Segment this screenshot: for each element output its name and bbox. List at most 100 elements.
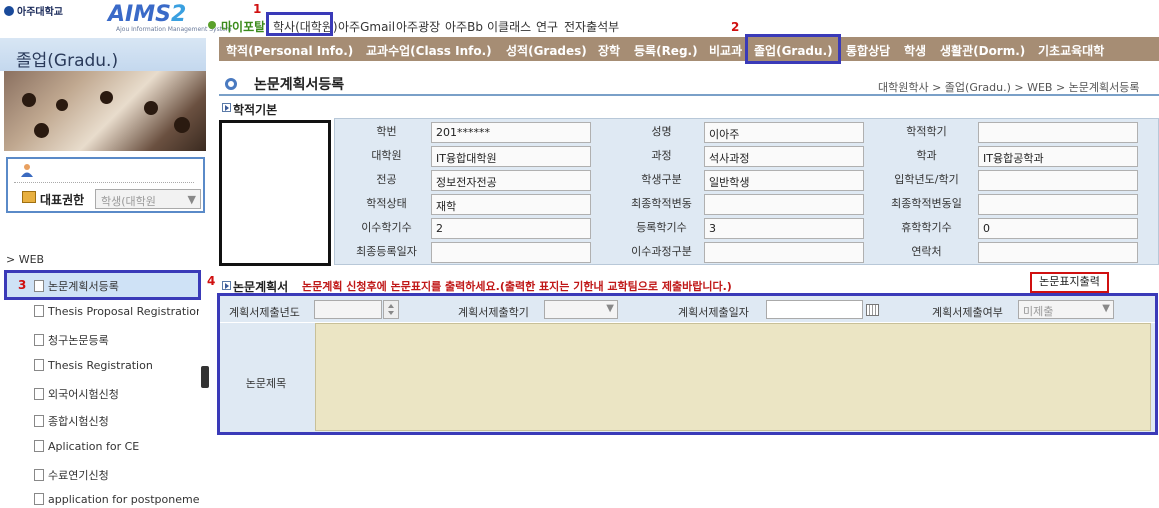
field-label: 이수학기수 <box>361 221 412 234</box>
tab-counseling[interactable]: 통합상담 <box>846 42 890 59</box>
nav-eclass[interactable]: 이클래스 <box>487 18 531 35</box>
student-type-value: 일반학생 <box>704 170 864 191</box>
document-icon <box>34 493 44 505</box>
sidebar-collapse-handle[interactable] <box>201 366 209 388</box>
tab-class-info[interactable]: 교과수업(Class Info.) <box>366 42 492 59</box>
tab-extracurricular[interactable]: 비교과 <box>709 42 742 59</box>
title-divider <box>219 94 1159 96</box>
breadcrumb: 대학원학사 > 졸업(Gradu.) > WEB > 논문계획서등록 <box>878 81 1140 94</box>
document-icon <box>34 440 44 452</box>
title-bullet-icon <box>225 78 237 90</box>
field-label: 학번 <box>376 125 397 138</box>
field-label: 최종학적변동일 <box>891 197 962 210</box>
student-name-value: 이아주 <box>704 122 864 143</box>
submit-status-select[interactable]: 미제출 ▼ <box>1018 300 1114 319</box>
sidebar-item-thesis-submit[interactable]: 청구논문등록 <box>34 332 199 348</box>
tree-web-folder[interactable]: > WEB <box>6 253 44 266</box>
representative-role-label: 대표권한 <box>40 193 85 207</box>
submit-year-input[interactable] <box>314 300 382 319</box>
field-label: 등록학기수 <box>636 221 687 234</box>
sidebar-item-label: 수료연기신청 <box>48 469 109 482</box>
tab-basic-education[interactable]: 기초교육대학 <box>1038 42 1104 59</box>
sidebar-item-label: application for postponement <box>48 493 199 506</box>
nav-my-portal[interactable]: 마이포탈 <box>221 18 265 35</box>
portal-bullet-icon <box>208 21 216 29</box>
sidebar-item-label: 외국어시험신청 <box>48 388 119 401</box>
nav-research[interactable]: 연구 <box>536 18 558 35</box>
highlight-box-print-button <box>1030 272 1109 293</box>
basic-info-table: 학번 201****** 성명 이아주 학적학기 대학원 IT융합대학원 과정 … <box>334 118 1159 265</box>
last-status-change-date-value <box>978 194 1138 215</box>
section-arrow-icon <box>222 281 231 290</box>
university-name: 아주대학교 <box>17 7 63 18</box>
last-registration-date-value <box>431 242 591 263</box>
step-mark-2: 2 <box>731 20 740 34</box>
user-panel-divider <box>14 182 194 183</box>
calendar-icon[interactable] <box>866 304 879 316</box>
university-seal-icon <box>4 6 14 16</box>
academic-term-value <box>978 122 1138 143</box>
field-label: 과정 <box>651 149 672 162</box>
banner-figure <box>56 99 68 111</box>
nav-ajou-gmail[interactable]: 아주Gmail <box>338 18 395 35</box>
sidebar-banner-image <box>4 71 206 151</box>
sidebar-item-comprehensive-exam[interactable]: 종합시험신청 <box>34 413 199 429</box>
field-label: 학생구분 <box>641 173 682 186</box>
field-label: 최종등록일자 <box>356 245 417 258</box>
field-label: 대학원 <box>371 149 402 162</box>
sidebar-item-completion-postpone[interactable]: 수료연기신청 <box>34 467 199 483</box>
year-spinner[interactable] <box>383 300 399 319</box>
highlight-box-nav <box>266 12 333 36</box>
sidebar-item-thesis-proposal[interactable]: Thesis Proposal Registration <box>34 305 199 318</box>
nav-e-attendance[interactable]: 전자출석부 <box>564 18 619 35</box>
sidebar-item-thesis-plan[interactable]: 논문계획서등록 <box>34 278 199 294</box>
plan-instruction-note: 논문계획 신청후에 논문표지를 출력하세요.(출력한 표지는 기한내 교학팀으로… <box>302 280 732 293</box>
tab-grades[interactable]: 성적(Grades) <box>506 42 587 59</box>
field-label: 성명 <box>651 125 672 138</box>
field-label: 최종학적변동 <box>631 197 692 210</box>
sidebar-item-label: Thesis Proposal Registration <box>48 305 199 318</box>
graduate-school-value: IT융합대학원 <box>431 146 591 167</box>
user-icon <box>21 164 33 177</box>
sidebar-item-label: 논문계획서등록 <box>48 280 119 293</box>
status-select-value: 미제출 <box>1023 305 1054 318</box>
representative-role-select[interactable]: 학생(대학원 ▼ <box>95 189 201 209</box>
role-select-value: 학생(대학원 <box>101 195 156 208</box>
submit-date-input[interactable] <box>766 300 863 319</box>
chevron-down-icon: ▼ <box>606 303 614 314</box>
document-icon <box>34 359 44 371</box>
chevron-down-icon: ▼ <box>187 193 196 206</box>
field-label: 입학년도/학기 <box>894 173 959 186</box>
sidebar-item-application-ce[interactable]: Aplication for CE <box>34 440 199 453</box>
permission-icon <box>22 191 36 203</box>
sidebar-item-thesis-registration[interactable]: Thesis Registration <box>34 359 199 372</box>
section-title-basic: 학적기본 <box>233 103 278 117</box>
sidebar-item-label: 청구논문등록 <box>48 334 109 347</box>
completed-terms-value: 2 <box>431 218 591 239</box>
submit-term-select[interactable]: ▼ <box>544 300 618 319</box>
page-title: 논문계획서등록 <box>254 77 345 93</box>
student-photo <box>219 120 331 266</box>
banner-figure <box>100 91 113 104</box>
field-label: 전공 <box>376 173 397 186</box>
step-mark-4: 4 <box>207 274 216 288</box>
tab-dorm[interactable]: 생활관(Dorm.) <box>940 42 1025 59</box>
nav-ajou-plaza[interactable]: 아주광장 <box>396 18 440 35</box>
student-id-value: 201****** <box>431 122 591 143</box>
thesis-title-textarea[interactable] <box>315 323 1151 431</box>
sidebar-item-label: Aplication for CE <box>48 440 140 453</box>
sidebar-item-language-exam[interactable]: 외국어시험신청 <box>34 386 199 402</box>
registered-terms-value: 3 <box>704 218 864 239</box>
tab-scholarship[interactable]: 장학 <box>598 42 620 59</box>
tab-personal-info[interactable]: 학적(Personal Info.) <box>226 42 353 59</box>
department-value: IT융합공학과 <box>978 146 1138 167</box>
tab-registration[interactable]: 등록(Reg.) <box>634 42 698 59</box>
university-logo[interactable]: 아주대학교 <box>4 3 63 18</box>
document-icon <box>34 388 44 400</box>
nav-ajou-bb[interactable]: 아주Bb <box>445 18 483 35</box>
aims-logo[interactable]: AIMS2 <box>108 2 186 27</box>
sidebar-item-label: Thesis Registration <box>48 359 153 372</box>
tab-student[interactable]: 학생 <box>904 42 926 59</box>
page-root: 아주대학교 AIMS2 Ajou Information Management … <box>0 0 1159 508</box>
sidebar-item-postponement-application[interactable]: application for postponement <box>34 493 199 506</box>
